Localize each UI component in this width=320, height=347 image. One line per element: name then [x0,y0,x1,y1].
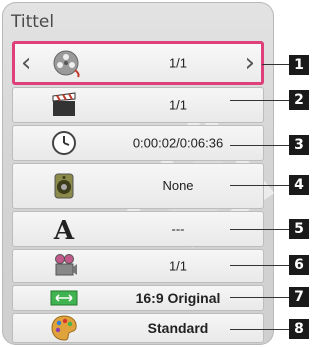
callout-line-1 [262,64,289,65]
clapperboard-icon [52,92,76,116]
callout-line-6 [230,265,289,266]
callout-line-5 [230,229,289,230]
subtitle-a-icon: A [53,216,75,244]
menu-row-time[interactable]: 0:00:02/0:06:36 [12,125,264,161]
menu-row-title[interactable]: ‹ 1/1 › [12,41,264,85]
menu-row-angle[interactable]: 1/1 [12,249,264,283]
callout-number-1: 1 [289,55,309,75]
angle-value: 1/1 [168,258,188,274]
svg-text:A: A [53,216,75,244]
picture-mode-value: Standard [147,320,209,336]
callout-number-8: 8 [289,319,309,339]
callout-number-3: 3 [289,135,309,155]
callout-number-5: 5 [289,219,309,239]
panel-title: Tittel [11,12,55,32]
previous-arrow-icon[interactable]: ‹ [21,50,31,76]
callout-line-8 [230,329,289,330]
menu-row-subtitle[interactable]: A --- [12,211,264,247]
callout-number-7: 7 [289,287,309,307]
clock-icon [52,131,76,155]
palette-icon [51,315,77,341]
menu-row-audio[interactable]: None [12,163,264,209]
callout-line-3 [230,145,289,146]
time-value: 0:00:02/0:06:36 [132,135,224,151]
film-reel-icon [53,50,80,78]
menu-row-chapter[interactable]: 1/1 [12,87,264,123]
aspect-ratio-icon [50,290,78,306]
camera-angle-icon [55,254,77,276]
callout-number-4: 4 [289,175,309,195]
menu-row-picture-mode[interactable]: Standard [12,313,264,343]
menu-row-aspect-ratio[interactable]: 16:9 Original [12,285,264,311]
aspect-ratio-value: 16:9 Original [135,290,221,306]
playback-info-panel: Tittel ‹ 1/1 › 1/1 0:00:02/0:06:36 None … [2,2,274,345]
next-arrow-icon[interactable]: › [245,50,255,76]
callout-number-2: 2 [289,90,309,110]
callout-line-4 [230,185,289,186]
callout-number-6: 6 [289,255,309,275]
callout-line-7 [230,297,289,298]
title-value: 1/1 [168,55,188,71]
callout-line-2 [230,100,289,101]
speaker-icon [54,173,74,199]
